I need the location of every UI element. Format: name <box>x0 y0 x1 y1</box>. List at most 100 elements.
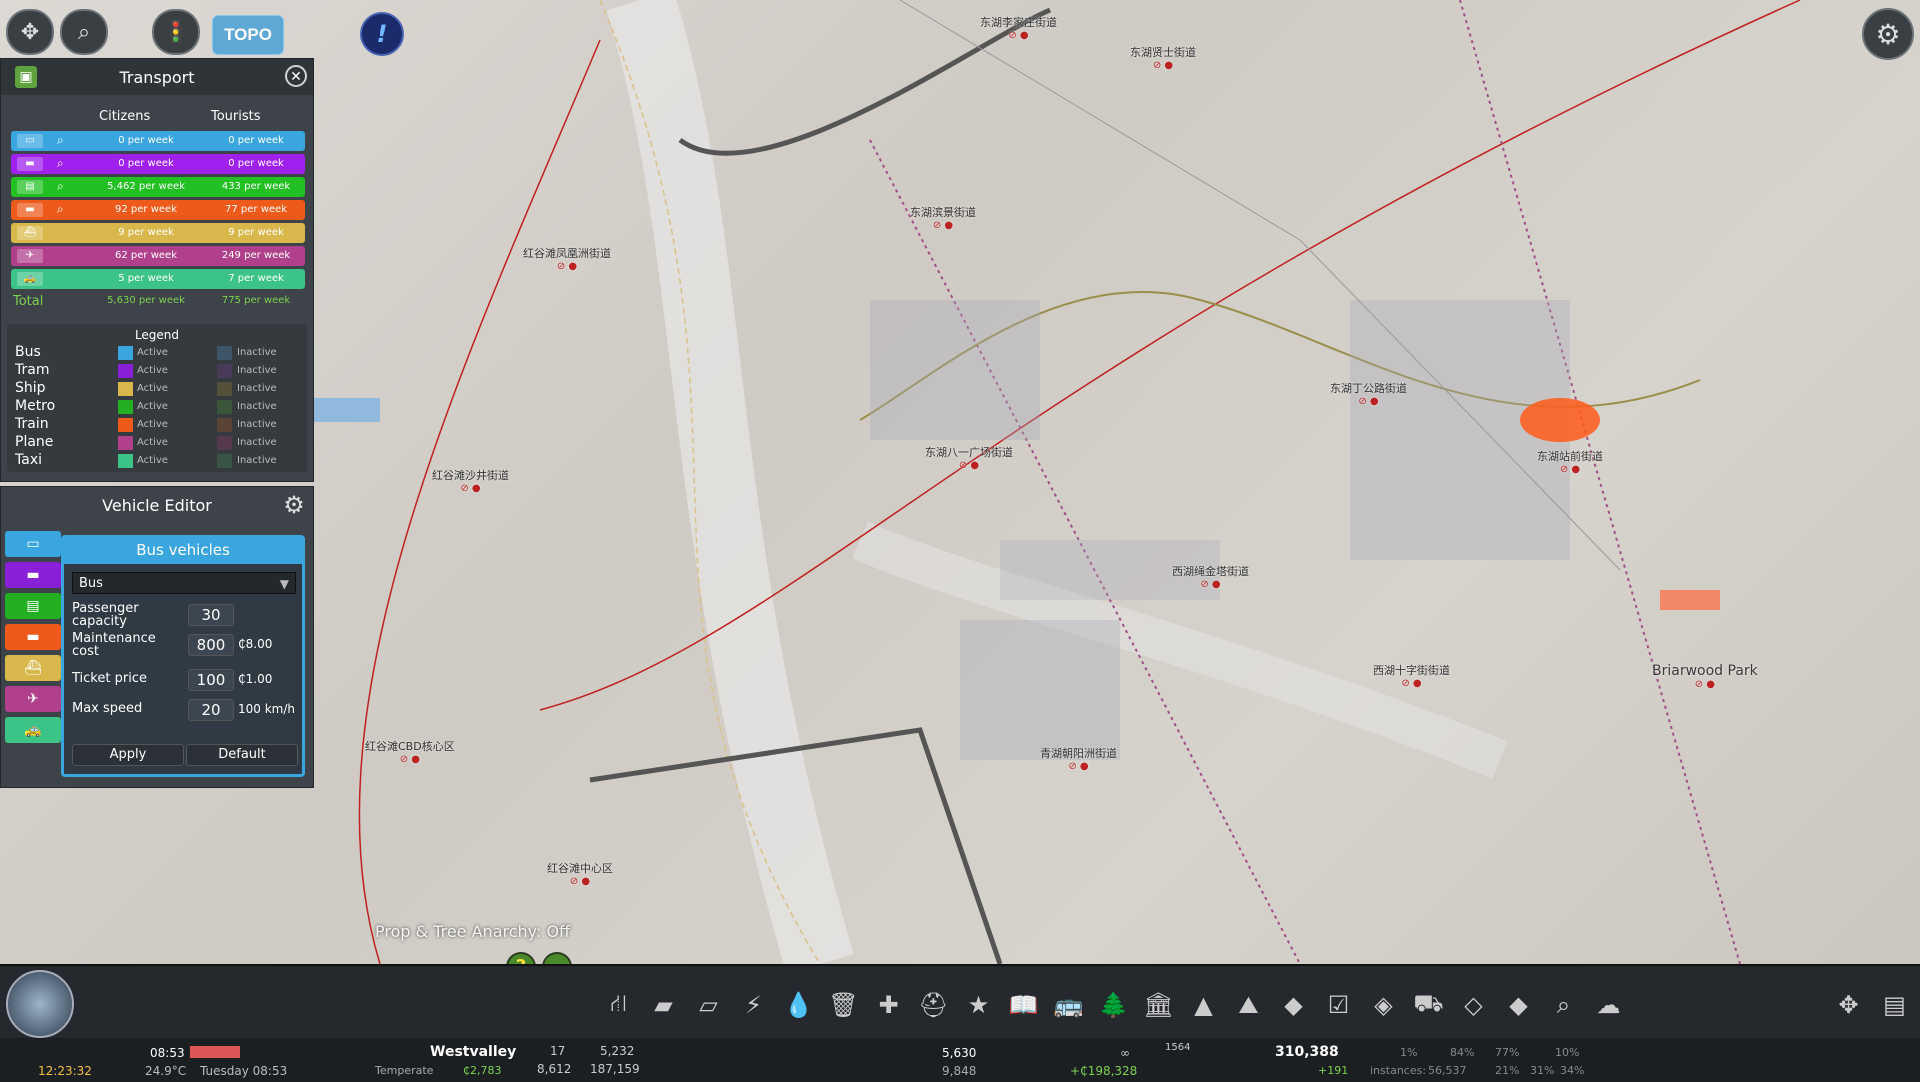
vehicle-tab-metro[interactable]: ▤ <box>5 593 61 619</box>
electricity-icon[interactable]: ⚡ <box>735 986 772 1023</box>
water-icon[interactable]: 💧 <box>780 986 817 1023</box>
bus-icon: ▭ <box>17 134 43 148</box>
stat-pct1: 1% <box>1400 1046 1418 1059</box>
passenger-capacity-row: Passenger capacity 30 <box>72 602 302 630</box>
transport-row-ship: ⛴ 9 per week 9 per week <box>11 223 305 243</box>
vehicle-select[interactable]: Bus ▼ <box>72 572 296 594</box>
district-label: 东湖丁公路街道 ⊘ ● <box>1330 382 1407 407</box>
vehicle-tab-taxi[interactable]: 🚕 <box>5 717 61 743</box>
legend-item-tram: Tram Active Inactive <box>7 362 307 380</box>
tourists-value: 9 per week <box>228 227 284 238</box>
vehicle-tab-tram[interactable]: ▬ <box>5 562 61 588</box>
landscaping-icon[interactable]: ⛰ <box>1230 986 1267 1023</box>
transport-panel-header[interactable]: ▣ Transport ✕ <box>1 59 313 95</box>
train-icon: ▬ <box>17 203 43 217</box>
legend-box: Legend Bus Active Inactive Tram Active Inacti… <box>7 324 307 472</box>
ticket-price-input[interactable]: 100 <box>188 669 234 691</box>
district-label: 青湖朝阳洲街道 ⊘ ● <box>1040 747 1117 772</box>
magnifier-icon[interactable]: ⌕ <box>1545 986 1582 1023</box>
vehicle-tab-plane[interactable]: ✈ <box>5 686 61 712</box>
search-icon[interactable]: ⌕ <box>57 133 64 148</box>
bulldoze-icon[interactable]: ◆ <box>1275 986 1312 1023</box>
chevron-down-icon: ▼ <box>279 577 289 591</box>
stat-pct4: 77% <box>1495 1046 1520 1059</box>
default-button[interactable]: Default <box>186 744 298 766</box>
prop-tree-anarchy-status: Prop & Tree Anarchy: Off <box>375 922 571 941</box>
transport-row-tram: ▬ ⌕ 0 per week 0 per week <box>11 154 305 174</box>
districts-icon[interactable]: ▱ <box>690 986 727 1023</box>
bus-icon: ▣ <box>15 66 37 88</box>
train-icon: ▬ <box>26 629 40 645</box>
police-icon[interactable]: ★ <box>960 986 997 1023</box>
citizens-value: 5 per week <box>118 273 174 284</box>
move-it-icon[interactable]: ✥ <box>1830 986 1867 1023</box>
transport-row-train: ▬ ⌕ 92 per week 77 per week <box>11 200 305 220</box>
transport-row-bus: ▭ ⌕ 0 per week 0 per week <box>11 131 305 151</box>
water-tool-icon[interactable]: ◇ <box>1455 986 1492 1023</box>
maintenance-cost-input[interactable]: 800 <box>188 634 234 656</box>
bus-vehicles-title: Bus vehicles <box>64 538 302 564</box>
active-label: Active <box>137 347 168 358</box>
legend-mode-name: Plane <box>15 434 54 450</box>
gear-icon[interactable]: ⚙ <box>281 492 307 518</box>
tram-icon: ▬ <box>26 567 40 583</box>
surface-icon[interactable]: ◆ <box>1500 986 1537 1023</box>
legend-item-ship: Ship Active Inactive <box>7 380 307 398</box>
game-date: Tuesday 08:53 <box>200 1064 288 1078</box>
roads-icon[interactable]: ⛙ <box>600 986 637 1023</box>
max-speed-input[interactable]: 20 <box>188 699 234 721</box>
legend-mode-name: Ship <box>15 380 46 396</box>
toolbar-extra-icon[interactable]: ▤ <box>1876 986 1913 1023</box>
vehicle-tab-train[interactable]: ▬ <box>5 624 61 650</box>
traffic-light-button[interactable]: 🚦 <box>152 9 200 55</box>
max-speed-label: Max speed <box>72 701 143 716</box>
city-logo-icon[interactable] <box>6 970 74 1038</box>
find-it-icon[interactable]: ◈ <box>1365 986 1402 1023</box>
citizens-value: 0 per week <box>118 158 174 169</box>
garbage-icon[interactable]: 🗑 <box>825 986 862 1023</box>
search-button[interactable]: ⌕ <box>60 9 108 55</box>
cloud-icon[interactable]: ☁ <box>1590 986 1627 1023</box>
instance-count: 56,537 <box>1428 1064 1467 1077</box>
search-icon[interactable]: ⌕ <box>57 202 64 217</box>
active-label: Active <box>137 437 168 448</box>
education-icon[interactable]: 📖 <box>1005 986 1042 1023</box>
zoning-icon[interactable]: ▰ <box>645 986 682 1023</box>
speed-bar[interactable] <box>190 1046 240 1058</box>
vehicle-tab-ship[interactable]: ⛴ <box>5 655 61 681</box>
healthcare-icon[interactable]: ✚ <box>870 986 907 1023</box>
topo-button[interactable]: TOPO <box>212 15 284 55</box>
stat-1564: 1564 <box>1165 1042 1191 1053</box>
transport-row-taxi: 🚕 5 per week 7 per week <box>11 269 305 289</box>
tourists-value: 433 per week <box>221 181 291 192</box>
info-button[interactable]: ! <box>360 12 404 56</box>
inactive-label: Inactive <box>237 419 277 430</box>
policies-icon[interactable]: ☑ <box>1320 986 1357 1023</box>
fire-icon[interactable]: ⛑ <box>915 986 952 1023</box>
public-transport-icon[interactable]: 🚌 <box>1050 986 1087 1023</box>
active-label: Active <box>137 383 168 394</box>
district-label: 西湖绳金塔街道 ⊘ ● <box>1172 565 1249 590</box>
district-label: 红谷滩中心区 ⊘ ● <box>547 862 613 887</box>
inactive-swatch <box>217 418 232 432</box>
settings-button[interactable]: ⚙ <box>1862 8 1914 60</box>
unique-buildings-icon[interactable]: 🏛 <box>1140 986 1177 1023</box>
parks-icon[interactable]: 🌲 <box>1095 986 1132 1023</box>
close-button[interactable]: ✕ <box>285 65 307 87</box>
district-label: 东湖站前街道 ⊘ ● <box>1537 450 1603 475</box>
apply-button[interactable]: Apply <box>72 744 184 766</box>
tourists-column-header: Tourists <box>211 109 261 124</box>
terrain-icon[interactable]: ⛟ <box>1410 986 1447 1023</box>
legend-mode-name: Taxi <box>15 452 42 468</box>
close-icon: ✕ <box>290 69 302 85</box>
legend-mode-name: Bus <box>15 344 41 360</box>
population: 310,388 <box>1275 1044 1339 1060</box>
citizens-value: 92 per week <box>115 204 177 215</box>
search-icon[interactable]: ⌕ <box>57 179 64 194</box>
passenger-capacity-input[interactable]: 30 <box>188 604 234 626</box>
move-tool-button[interactable]: ✥ <box>6 9 54 55</box>
vehicle-tab-bus[interactable]: ▭ <box>5 531 61 557</box>
search-icon[interactable]: ⌕ <box>57 156 64 171</box>
city-name[interactable]: Westvalley <box>430 1044 516 1060</box>
monuments-icon[interactable]: ▲ <box>1185 986 1222 1023</box>
